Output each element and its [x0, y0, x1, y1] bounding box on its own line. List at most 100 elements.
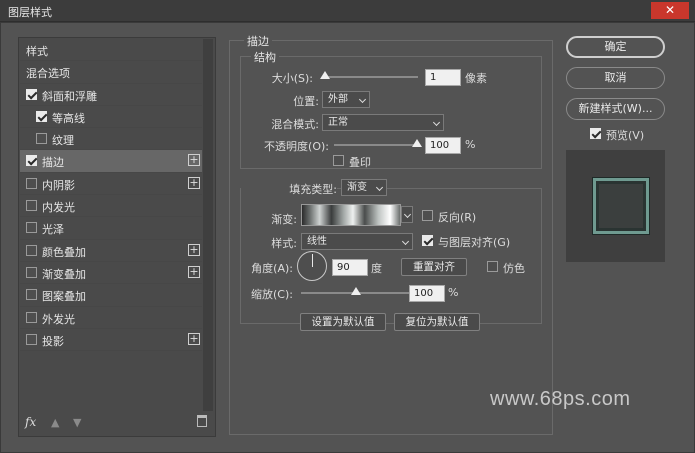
new-style-button[interactable]: 新建样式(W)... — [566, 98, 665, 120]
overprint-checkbox[interactable] — [333, 155, 344, 166]
sidebar-item-checkbox[interactable] — [26, 222, 37, 234]
style-list: 样式混合选项斜面和浮雕等高线纹理 描边 + 内阴影 + 内发光光泽颜色叠加 + 渐变叠加 + 图案… — [20, 39, 202, 352]
sidebar-item-label: 混合选项 — [26, 67, 70, 81]
sidebar-item[interactable]: 纹理 — [20, 128, 202, 151]
dither-label: 仿色 — [503, 262, 525, 275]
sidebar-item[interactable]: 光泽 — [20, 217, 202, 240]
size-slider[interactable] — [319, 71, 418, 79]
style-preview — [566, 150, 665, 262]
gradient-swatch[interactable] — [301, 204, 401, 226]
sidebar-item[interactable]: 投影 + — [20, 329, 202, 352]
add-effect-icon[interactable]: + — [188, 154, 200, 167]
chevron-down-icon — [432, 118, 441, 127]
preview-thumbnail — [593, 178, 649, 234]
sidebar-item-label: 投影 — [42, 334, 64, 348]
move-up-icon[interactable]: ▲ — [51, 416, 59, 429]
set-default-button[interactable]: 设置为默认值 — [300, 313, 386, 331]
sidebar-item[interactable]: 图案叠加 — [20, 284, 202, 307]
sidebar-item-checkbox[interactable] — [26, 200, 37, 212]
sidebar-item[interactable]: 外发光 — [20, 307, 202, 329]
size-slider-thumb[interactable] — [319, 71, 330, 79]
sidebar-item[interactable]: 样式 — [20, 39, 202, 62]
sidebar-item[interactable]: 内阴影 + — [20, 173, 202, 196]
style-select[interactable]: 线性 — [301, 233, 413, 250]
add-effect-icon[interactable]: + — [188, 265, 200, 278]
angle-input[interactable]: 90 — [332, 259, 368, 276]
sidebar-item-label: 等高线 — [52, 111, 85, 125]
sidebar-item[interactable]: 颜色叠加 + — [20, 240, 202, 262]
trash-icon[interactable] — [197, 415, 207, 427]
sidebar-item-checkbox[interactable] — [36, 133, 47, 145]
fill-group: 填充类型: 渐变 渐变: 反向(R) 样式: 线性 与图层对齐(G) 角度(A)… — [240, 179, 542, 324]
sidebar-item[interactable]: 内发光 — [20, 195, 202, 218]
size-input[interactable]: 1 — [425, 69, 461, 86]
reverse-checkbox[interactable] — [422, 210, 433, 221]
sidebar-item[interactable]: 混合选项 — [20, 61, 202, 84]
opacity-slider[interactable] — [334, 139, 422, 147]
sidebar-item-checkbox[interactable] — [26, 311, 37, 323]
sidebar-item[interactable]: 斜面和浮雕 — [20, 84, 202, 106]
position-label: 位置: — [293, 95, 319, 108]
size-unit: 像素 — [465, 72, 487, 85]
gradient-label: 渐变: — [271, 213, 297, 226]
align-with-layer-checkbox[interactable] — [422, 235, 433, 246]
sidebar-item-label: 样式 — [26, 45, 48, 58]
opacity-slider-thumb[interactable] — [412, 139, 422, 147]
blend-mode-label: 混合模式: — [271, 118, 319, 131]
fx-icon[interactable]: fx — [25, 415, 36, 429]
window-title: 图层样式 — [8, 6, 52, 19]
preview-checkbox[interactable] — [590, 128, 601, 139]
style-value: 线性 — [307, 236, 327, 247]
blend-mode-select[interactable]: 正常 — [322, 114, 444, 131]
title-bar: 图层样式 ✕ — [0, 0, 695, 22]
position-select[interactable]: 外部 — [322, 91, 370, 108]
chevron-down-icon — [375, 183, 384, 192]
sidebar-item-checkbox[interactable] — [26, 88, 37, 100]
sidebar-item-label: 颜色叠加 — [42, 245, 86, 259]
align-with-layer-label: 与图层对齐(G) — [438, 236, 511, 249]
scale-slider[interactable] — [301, 287, 411, 295]
chevron-down-icon — [401, 237, 410, 246]
reset-default-button[interactable]: 复位为默认值 — [394, 313, 480, 331]
opacity-input[interactable]: 100 — [425, 137, 461, 154]
angle-unit: 度 — [371, 262, 382, 275]
chevron-down-icon — [403, 210, 412, 219]
ok-button[interactable]: 确定 — [566, 36, 665, 58]
style-label: 样式: — [271, 237, 297, 250]
sidebar-item-label: 图案叠加 — [42, 290, 86, 304]
structure-group: 结构 大小(S): 1 像素 位置: 外部 混合模式: 正常 不透明度(O): … — [240, 49, 542, 169]
sidebar-item-label: 渐变叠加 — [42, 267, 86, 281]
size-label: 大小(S): — [271, 72, 313, 85]
stroke-section-title: 描边 — [244, 33, 272, 49]
fill-type-select[interactable]: 渐变 — [341, 179, 387, 196]
add-effect-icon[interactable]: + — [188, 332, 200, 345]
sidebar-item-checkbox[interactable] — [26, 266, 37, 278]
dither-checkbox[interactable] — [487, 261, 498, 272]
stroke-panel: 描边 结构 大小(S): 1 像素 位置: 外部 混合模式: 正常 不透明度(O… — [229, 33, 553, 435]
close-button[interactable]: ✕ — [651, 2, 689, 19]
sidebar-item[interactable]: 等高线 — [20, 106, 202, 129]
add-effect-icon[interactable]: + — [188, 176, 200, 189]
sidebar-item[interactable]: 渐变叠加 + — [20, 262, 202, 285]
sidebar-item-checkbox[interactable] — [36, 110, 47, 122]
style-list-panel: 样式混合选项斜面和浮雕等高线纹理 描边 + 内阴影 + 内发光光泽颜色叠加 + 渐变叠加 + 图案… — [18, 37, 216, 437]
sidebar-item-checkbox[interactable] — [26, 244, 37, 256]
scale-input[interactable]: 100 — [409, 285, 445, 302]
sidebar-item-checkbox[interactable] — [26, 289, 37, 301]
scale-slider-thumb[interactable] — [351, 287, 361, 295]
sidebar-item-label: 外发光 — [42, 312, 75, 326]
sidebar-item-checkbox[interactable] — [26, 155, 37, 167]
opacity-label: 不透明度(O): — [264, 140, 329, 153]
preview-label: 预览(V) — [606, 129, 645, 142]
sidebar-item[interactable]: 描边 + — [20, 150, 202, 173]
angle-dial[interactable] — [297, 251, 327, 281]
style-list-scrollbar[interactable] — [203, 39, 213, 411]
sidebar-item-checkbox[interactable] — [26, 333, 37, 345]
move-down-icon[interactable]: ▼ — [73, 416, 81, 429]
reset-align-button[interactable]: 重置对齐 — [401, 258, 467, 276]
gradient-dropdown[interactable] — [401, 206, 413, 223]
sidebar-item-label: 内发光 — [42, 201, 75, 215]
add-effect-icon[interactable]: + — [188, 243, 200, 256]
cancel-button[interactable]: 取消 — [566, 67, 665, 89]
sidebar-item-checkbox[interactable] — [26, 177, 37, 189]
